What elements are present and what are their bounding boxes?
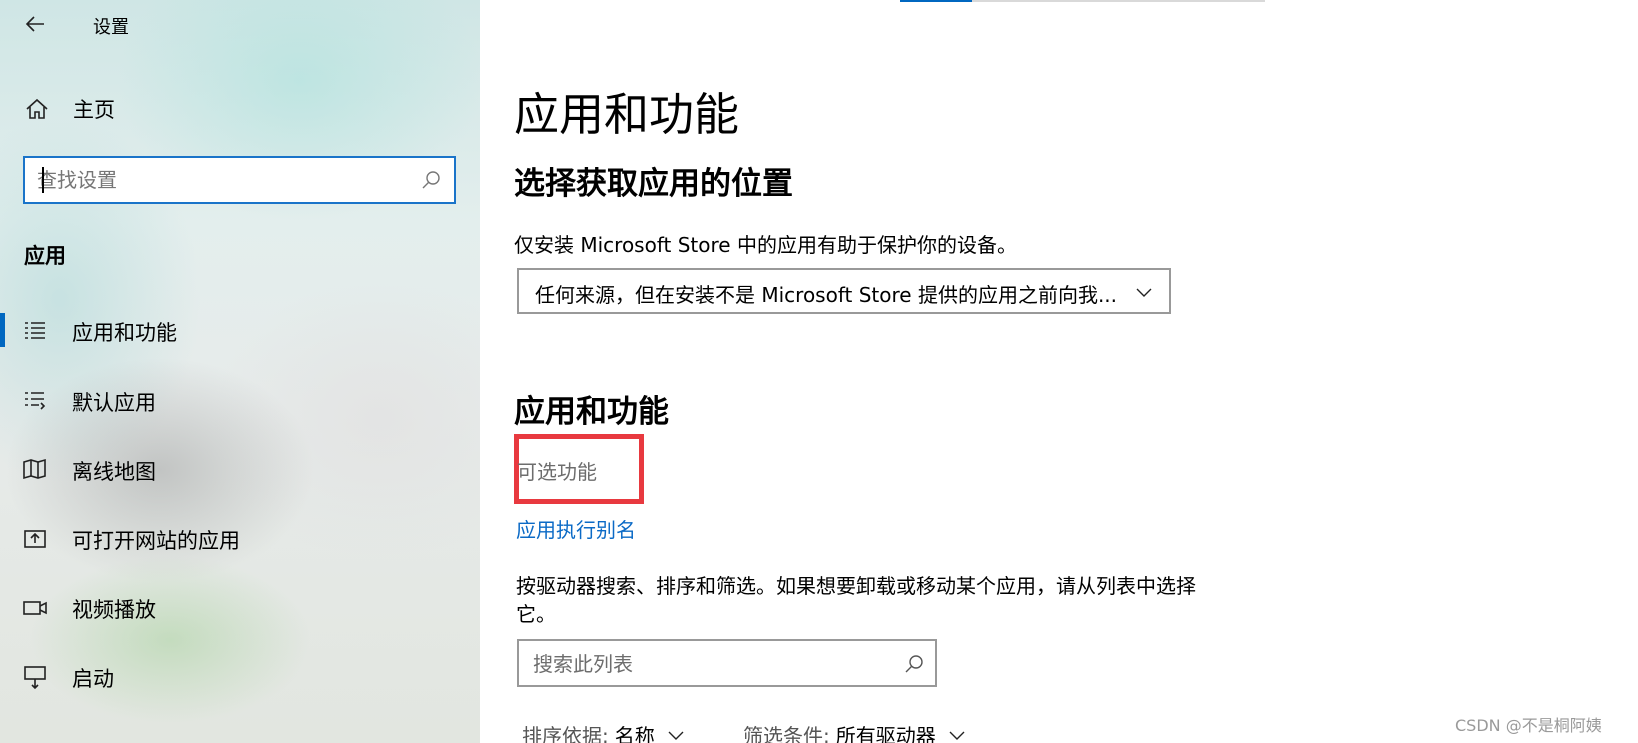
sort-label: 排序依据: [522,724,609,743]
sidebar-item-label: 主页 [73,98,115,122]
sidebar-item-apps-features[interactable]: 应用和功能 [0,303,480,359]
optional-features-link[interactable]: 可选功能 [517,456,597,485]
page-title: 应用和功能 [514,88,740,141]
top-scroll-thumb [900,0,972,2]
sort-value: 名称 [614,724,655,743]
startup-icon [22,664,48,690]
watermark-text: CSDN @不是桐阿姨 [1455,716,1602,735]
chevron-down-icon [668,731,684,740]
settings-search-box[interactable] [23,156,456,204]
app-execution-alias-link[interactable]: 应用执行别名 [516,514,636,543]
sidebar-item-default-apps[interactable]: 默认应用 [0,373,480,429]
filter-label: 筛选条件: [743,724,830,743]
default-apps-icon [22,388,48,414]
back-arrow-icon[interactable] [24,12,48,36]
chevron-down-icon [949,731,965,740]
text-caret [42,167,44,193]
sidebar-item-apps-for-websites[interactable]: 可打开网站的应用 [0,511,480,567]
sidebar-item-label: 视频播放 [72,598,156,622]
sidebar-item-offline-maps[interactable]: 离线地图 [0,442,480,498]
sidebar: 设置 主页 应用 应用和功能 [0,0,480,743]
sidebar-item-startup[interactable]: 启动 [0,649,480,705]
sidebar-item-label: 应用和功能 [72,321,177,345]
apps-features-heading: 应用和功能 [514,394,669,430]
dropdown-selected-value: 任何来源，但在安装不是 Microsoft Store 提供的应用之前向我... [535,283,1118,307]
selection-indicator [0,313,5,347]
search-icon[interactable] [903,653,925,675]
home-icon [24,96,50,122]
sidebar-item-label: 可打开网站的应用 [72,529,240,553]
install-location-heading: 选择获取应用的位置 [514,166,793,202]
chevron-down-icon [1135,283,1153,301]
install-source-dropdown[interactable]: 任何来源，但在安装不是 Microsoft Store 提供的应用之前向我... [517,268,1171,314]
section-heading-apps: 应用 [24,244,66,268]
filter-value: 所有驱动器 [835,724,936,743]
map-icon [22,457,48,483]
sort-by-dropdown[interactable]: 排序依据: 名称 [522,720,685,743]
open-website-icon [22,526,48,552]
search-icon[interactable] [420,169,442,191]
filter-by-dropdown[interactable]: 筛选条件: 所有驱动器 [743,720,966,743]
video-icon [22,595,48,621]
sidebar-item-video-playback[interactable]: 视频播放 [0,580,480,636]
sidebar-item-label: 离线地图 [72,460,156,484]
app-list-search-box[interactable] [517,639,937,687]
window-title: 设置 [93,17,129,38]
apps-list-description: 按驱动器搜索、排序和筛选。如果想要卸载或移动某个应用，请从列表中选择它。 [516,574,1196,626]
sidebar-item-home[interactable]: 主页 [24,92,115,126]
install-location-description: 仅安装 Microsoft Store 中的应用有助于保护你的设备。 [514,233,1017,257]
list-icon [22,318,48,344]
sidebar-item-label: 默认应用 [72,391,156,415]
app-list-search-input[interactable] [533,650,893,678]
settings-search-input[interactable] [37,166,407,194]
sidebar-item-label: 启动 [72,667,114,691]
